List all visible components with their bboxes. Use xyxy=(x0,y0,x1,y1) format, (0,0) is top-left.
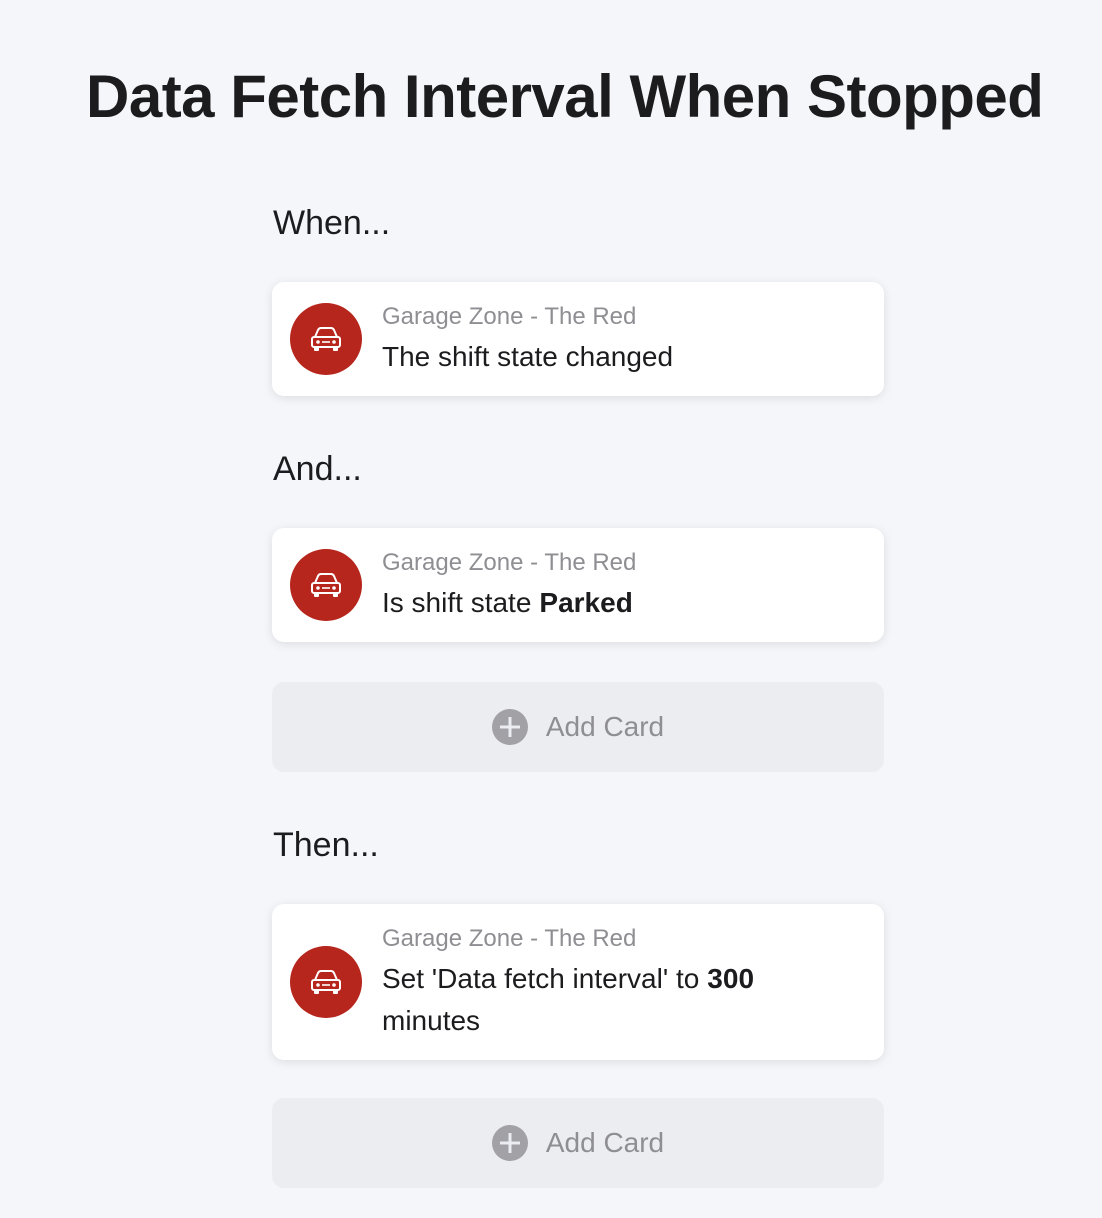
section-label-when: When... xyxy=(273,204,391,242)
add-card-label: Add Card xyxy=(545,711,665,742)
add-condition-card-button[interactable]: Add Card xyxy=(272,682,884,772)
add-action-card-button[interactable]: Add Card xyxy=(272,1098,884,1188)
description-value: 300 xyxy=(707,963,755,994)
section-label-then: Then... xyxy=(273,826,379,864)
car-icon xyxy=(290,549,362,621)
card-zone: Garage Zone - The Red xyxy=(382,925,637,952)
section-label-and: And... xyxy=(273,450,362,488)
condition-card[interactable]: Garage Zone - The Red Is shift state Park… xyxy=(272,528,884,642)
description-prefix: Set 'Data fetch interval' to xyxy=(382,963,700,994)
action-card[interactable]: Garage Zone - The Red Set 'Data fetch in… xyxy=(272,904,884,1060)
description-value: Parked xyxy=(539,587,633,618)
car-icon xyxy=(290,303,362,375)
card-description: Is shift state Parked xyxy=(382,582,864,624)
trigger-card[interactable]: Garage Zone - The Red The shift state ch… xyxy=(272,282,884,396)
car-icon xyxy=(290,946,362,1018)
plus-circle-icon xyxy=(491,1125,528,1161)
add-card-label: Add Card xyxy=(545,1127,665,1158)
card-zone: Garage Zone - The Red xyxy=(382,549,637,576)
description-prefix: Is shift state xyxy=(382,587,532,618)
card-description: Set 'Data fetch interval' to 300 minutes xyxy=(382,958,864,1042)
plus-circle-icon xyxy=(491,709,528,745)
card-zone: Garage Zone - The Red xyxy=(382,303,637,330)
description-suffix: minutes xyxy=(382,1005,481,1036)
page-title: Data Fetch Interval When Stopped xyxy=(86,63,1044,130)
card-description: The shift state changed xyxy=(382,341,674,372)
